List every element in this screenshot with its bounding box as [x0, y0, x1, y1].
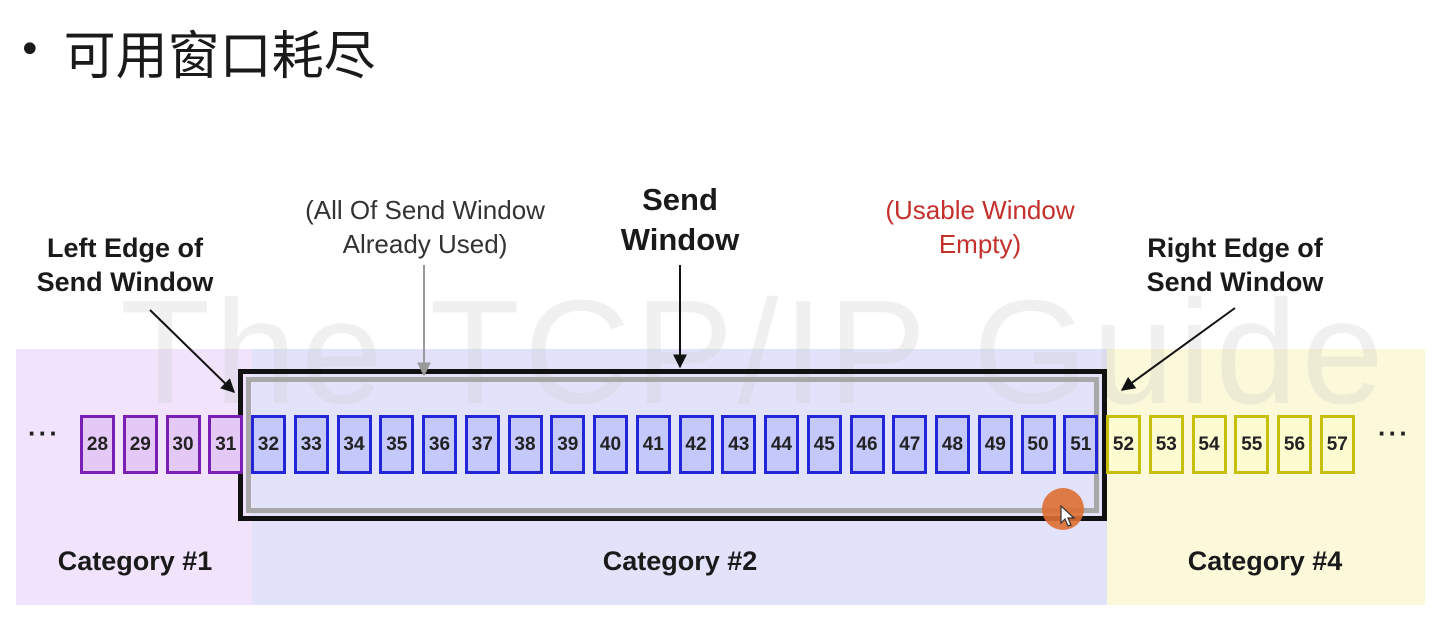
byte-cell-46: 46	[849, 415, 885, 474]
byte-cell-40: 40	[593, 415, 628, 474]
byte-cell-41: 41	[635, 415, 671, 474]
byte-cell-50: 50	[1020, 415, 1056, 474]
usable-empty-label: (Usable Window Empty)	[850, 193, 1110, 261]
right-edge-label-line2: Send Window	[1146, 267, 1324, 297]
send-window-label-line1: Send	[642, 182, 718, 217]
title-text: 可用窗口耗尽	[63, 27, 376, 87]
byte-cell-55: 55	[1234, 415, 1270, 474]
byte-cell-34: 34	[336, 415, 372, 474]
byte-cell-33: 33	[293, 415, 329, 474]
byte-cell-30: 30	[165, 415, 201, 474]
byte-cell-31: 31	[208, 415, 244, 474]
byte-cell-36: 36	[422, 415, 457, 474]
usable-empty-label-line2: Empty)	[938, 229, 1022, 259]
byte-cell-57: 57	[1319, 415, 1355, 474]
left-edge-label-line2: Send Window	[36, 267, 214, 297]
left-edge-label: Left Edge of Send Window	[20, 231, 230, 299]
byte-cell-35: 35	[379, 415, 415, 474]
usable-window-frame	[246, 377, 1099, 513]
byte-cell-43: 43	[721, 415, 757, 474]
byte-cell-53: 53	[1148, 415, 1184, 474]
all-used-label-line2: Already Used)	[342, 229, 508, 259]
send-window-label-line2: Window	[620, 222, 740, 257]
byte-cell-52: 52	[1106, 415, 1141, 474]
usable-empty-label-line1: (Usable Window	[885, 195, 1075, 225]
byte-cell-29: 29	[122, 415, 158, 474]
left-ellipsis: ···	[28, 418, 60, 448]
byte-cell-32: 32	[251, 415, 286, 474]
byte-cell-54: 54	[1191, 415, 1227, 474]
byte-cell-48: 48	[935, 415, 970, 474]
right-edge-label-line1: Right Edge of	[1147, 233, 1323, 263]
byte-cell-49: 49	[977, 415, 1013, 474]
byte-cell-45: 45	[806, 415, 842, 474]
byte-cell-42: 42	[678, 415, 714, 474]
category-1-label: Category #1	[57, 546, 213, 576]
slide-title: • 可用窗口耗尽	[18, 14, 376, 89]
byte-cell-56: 56	[1277, 415, 1312, 474]
bullet-icon: •	[18, 26, 42, 73]
byte-cell-51: 51	[1063, 415, 1099, 474]
byte-cell-44: 44	[764, 415, 799, 474]
right-edge-label: Right Edge of Send Window	[1120, 231, 1350, 299]
byte-cell-37: 37	[464, 415, 500, 474]
all-used-label-line1: (All Of Send Window	[305, 195, 545, 225]
byte-cell-39: 39	[550, 415, 586, 474]
category-2-label: Category #2	[602, 546, 758, 576]
byte-cell-38: 38	[507, 415, 543, 474]
byte-cell-28: 28	[80, 415, 115, 474]
right-ellipsis: ···	[1378, 418, 1410, 448]
mouse-pointer-icon	[1060, 505, 1076, 527]
category-4-label: Category #4	[1187, 546, 1343, 576]
all-used-label: (All Of Send Window Already Used)	[270, 193, 580, 261]
send-window-label: Send Window	[590, 180, 770, 260]
byte-cell-47: 47	[892, 415, 928, 474]
left-edge-label-line1: Left Edge of	[47, 233, 203, 263]
